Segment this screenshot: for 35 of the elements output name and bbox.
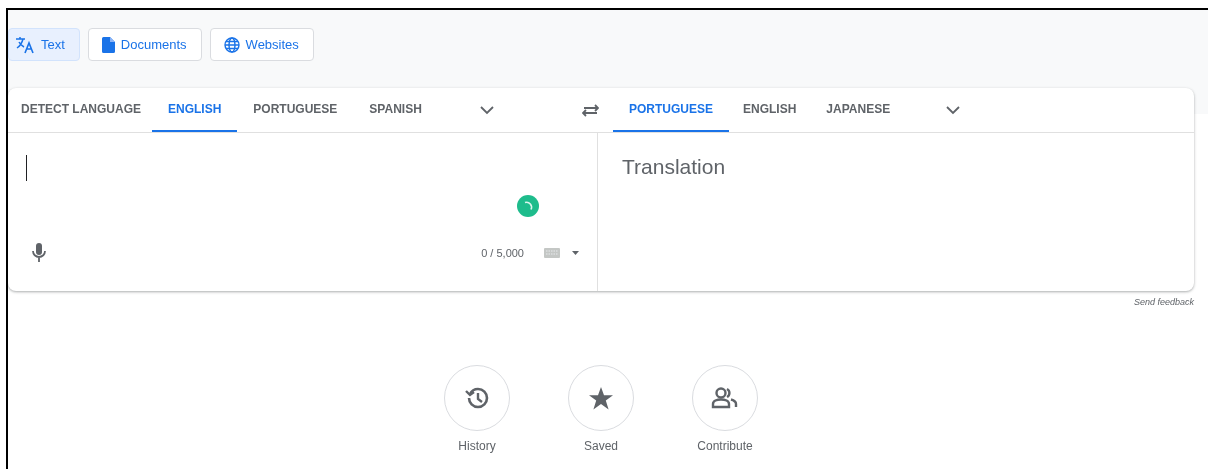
translate-icon bbox=[15, 35, 35, 54]
globe-icon bbox=[223, 36, 240, 53]
star-icon bbox=[589, 386, 613, 410]
mode-tab[interactable]: Text bbox=[8, 28, 80, 61]
grammar-check-icon bbox=[517, 195, 539, 217]
swap-icon bbox=[582, 103, 599, 117]
translation-field[interactable]: Translation bbox=[598, 133, 1194, 291]
microphone-icon bbox=[32, 243, 46, 262]
people-icon bbox=[711, 387, 739, 409]
send-feedback-link[interactable]: Send feedback bbox=[1133, 297, 1194, 307]
text-cursor bbox=[26, 155, 27, 181]
chevron-down-icon bbox=[946, 105, 961, 115]
swap-languages-button[interactable] bbox=[582, 103, 599, 117]
history-icon bbox=[464, 386, 490, 410]
caret-icon bbox=[572, 250, 579, 255]
language-tab[interactable]: DETECT LANGUAGE bbox=[10, 88, 152, 132]
keyboard-menu-button[interactable] bbox=[572, 250, 579, 255]
shortcut-label: Saved bbox=[584, 439, 618, 453]
language-tab[interactable]: SPANISH bbox=[353, 88, 438, 132]
document-icon bbox=[101, 36, 115, 53]
more-languages-button[interactable] bbox=[946, 105, 961, 115]
more-languages-button[interactable] bbox=[479, 105, 494, 115]
mode-tab[interactable]: Documents bbox=[87, 28, 202, 61]
language-tab[interactable]: JAPANESE bbox=[810, 88, 907, 132]
language-tab[interactable]: ENGLISH bbox=[727, 88, 813, 132]
language-tab[interactable]: PORTUGUESE bbox=[237, 88, 354, 132]
language-tab[interactable]: PORTUGUESE bbox=[613, 88, 729, 132]
mode-tab[interactable]: Websites bbox=[209, 28, 314, 61]
microphone-button[interactable] bbox=[32, 243, 46, 262]
keyboard-icon bbox=[544, 247, 560, 258]
character-counter: 0 / 5,000 bbox=[481, 246, 524, 259]
language-tab[interactable]: ENGLISH bbox=[152, 88, 238, 132]
shortcut-label: Contribute bbox=[697, 439, 753, 453]
chevron-down-icon bbox=[479, 105, 494, 115]
shortcut-label: History bbox=[458, 439, 496, 453]
